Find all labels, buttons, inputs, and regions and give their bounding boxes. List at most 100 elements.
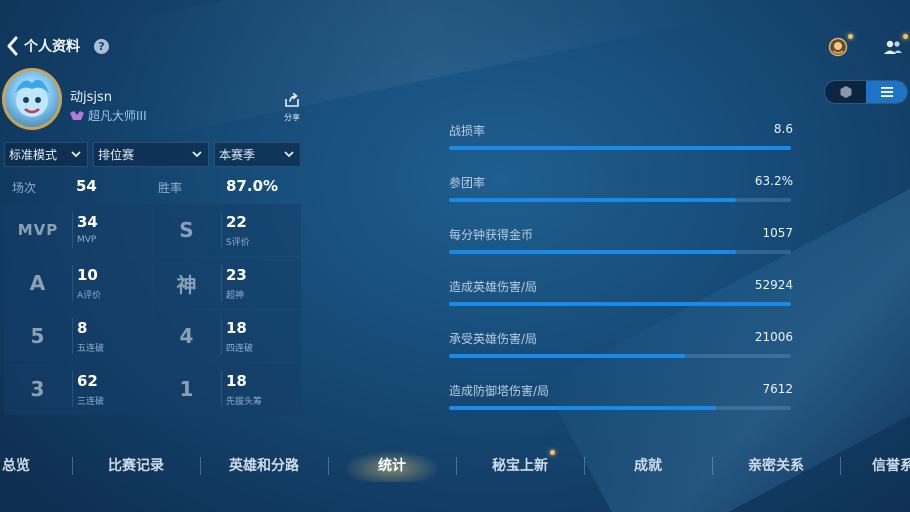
match-type-dropdown[interactable]: 排位赛 xyxy=(93,142,209,167)
metric-label: 战损率 xyxy=(449,124,486,138)
chevron-down-icon xyxy=(284,151,294,158)
metric-value: 21006 xyxy=(754,330,793,344)
metric-bar-fill xyxy=(449,198,737,202)
triple-kill-icon: 3 xyxy=(30,377,46,401)
tab-match-history[interactable]: 比赛记录 xyxy=(82,448,190,482)
metric-bar-fill xyxy=(449,302,791,306)
chevron-down-icon xyxy=(71,151,81,158)
page-title: 个人资料 xyxy=(24,39,80,55)
metric-bar-fill xyxy=(449,250,737,254)
stats-grid: MVP 34 MVP S 22 S评价 A 10 A评价 神 23 超神 5 8… xyxy=(4,204,301,415)
list-view-button[interactable] xyxy=(866,81,907,103)
tab-separator xyxy=(328,457,329,475)
stat-cell-a-rating: A 10 A评价 xyxy=(4,257,152,309)
help-icon[interactable]: ? xyxy=(94,38,109,54)
notification-dot xyxy=(848,34,853,39)
share-label: 分享 xyxy=(284,113,300,122)
stat-label: MVP xyxy=(77,235,97,245)
metric-label: 承受英雄伤害/局 xyxy=(449,332,538,346)
metric-label: 造成英雄伤害/局 xyxy=(449,280,538,294)
filter-bar: 标准模式 排位赛 本赛季 xyxy=(4,142,301,167)
stat-cell-godlike: 神 23 超神 xyxy=(153,257,301,309)
share-icon xyxy=(285,92,299,107)
metric-bar-track xyxy=(449,198,791,202)
stat-label: 先拔头筹 xyxy=(226,397,263,407)
stat-value: 62 xyxy=(77,372,98,390)
metric-bar-track xyxy=(449,354,791,358)
divider xyxy=(221,318,222,354)
tab-separator xyxy=(584,457,585,475)
divider xyxy=(221,371,222,407)
tab-achievements[interactable]: 成就 xyxy=(594,448,702,482)
tab-separator xyxy=(200,457,201,475)
tab-heroes-and-lanes[interactable]: 英雄和分路 xyxy=(210,448,318,482)
notification-dot xyxy=(903,34,908,39)
stat-value: 18 xyxy=(226,372,247,390)
metric-label: 每分钟获得金币 xyxy=(449,228,534,242)
a-rating-icon: A xyxy=(29,271,47,295)
season-dropdown-label: 本赛季 xyxy=(219,148,256,162)
stat-value: 18 xyxy=(226,319,247,337)
winrate-value: 87.0% xyxy=(226,177,279,195)
metric-value: 52924 xyxy=(754,278,793,292)
season-dropdown[interactable]: 本赛季 xyxy=(214,142,301,167)
divider xyxy=(72,265,73,301)
view-toggle xyxy=(824,80,908,104)
tab-separator xyxy=(72,457,73,475)
divider xyxy=(72,371,73,407)
stat-cell-penta-kill: 5 8 五连破 xyxy=(4,310,152,362)
tab-intimacy[interactable]: 亲密关系 xyxy=(722,448,830,482)
metric-gold-per-minute: 每分钟获得金币 1057 xyxy=(449,226,793,256)
metric-label: 造成防御塔伤害/局 xyxy=(449,384,550,398)
stat-cell-s-rating: S 22 S评价 xyxy=(153,204,301,256)
metric-value: 63.2% xyxy=(754,174,793,188)
metric-bar-track xyxy=(449,302,791,306)
tab-new-treasures[interactable]: 秘宝上新 xyxy=(466,448,574,482)
stat-label: 四连破 xyxy=(226,344,254,354)
divider xyxy=(72,318,73,354)
metric-teamfight-rate: 参团率 63.2% xyxy=(449,174,793,204)
stat-cell-mvp: MVP 34 MVP xyxy=(4,204,152,256)
back-arrow-icon[interactable] xyxy=(4,34,20,58)
divider xyxy=(221,212,222,248)
username: 动jsjsn xyxy=(70,90,113,105)
stat-label: 三连破 xyxy=(77,397,105,407)
hexagon-icon xyxy=(840,86,851,98)
mode-dropdown[interactable]: 标准模式 xyxy=(4,142,88,167)
list-icon xyxy=(880,87,893,97)
page-header: 个人资料 ? xyxy=(0,30,109,62)
mvp-icon: MVP xyxy=(17,221,59,239)
godlike-icon: 神 xyxy=(176,272,198,297)
quadra-kill-icon: 4 xyxy=(179,324,195,348)
tab-separator xyxy=(840,457,841,475)
metric-value: 7612 xyxy=(762,382,793,396)
stat-value: 34 xyxy=(77,213,98,231)
stat-value: 22 xyxy=(226,213,247,231)
tab-statistics[interactable]: 统计 xyxy=(338,448,446,482)
bottom-tab-bar: 总览 比赛记录 英雄和分路 统计 秘宝上新 成就 亲密关系 信誉系 xyxy=(0,448,910,482)
radar-view-button[interactable] xyxy=(825,81,866,103)
tab-overview[interactable]: 总览 xyxy=(0,448,36,482)
metric-value: 8.6 xyxy=(773,122,793,136)
stat-label: 五连破 xyxy=(77,344,105,354)
stat-label: 超神 xyxy=(226,291,245,301)
metric-hero-damage-dealt: 造成英雄伤害/局 52924 xyxy=(449,278,793,308)
avatar[interactable] xyxy=(2,68,62,130)
metric-label: 参团率 xyxy=(449,176,486,190)
matches-label: 场次 xyxy=(12,181,37,195)
tab-reputation[interactable]: 信誉系 xyxy=(850,448,910,482)
penta-kill-icon: 5 xyxy=(30,324,46,348)
divider xyxy=(221,265,222,301)
rank-emblem-icon xyxy=(70,110,84,120)
matches-value: 54 xyxy=(76,177,97,195)
stat-value: 8 xyxy=(77,319,88,337)
friends-icon[interactable] xyxy=(882,34,908,58)
metric-damage-ratio: 战损率 8.6 xyxy=(449,122,793,152)
match-type-dropdown-label: 排位赛 xyxy=(98,148,135,162)
stat-label: A评价 xyxy=(77,291,102,301)
hero-helmet-icon[interactable] xyxy=(827,34,853,58)
metric-bar-fill xyxy=(449,406,716,410)
tab-separator xyxy=(712,457,713,475)
share-button[interactable]: 分享 xyxy=(282,92,302,123)
winrate-label: 胜率 xyxy=(158,181,183,195)
